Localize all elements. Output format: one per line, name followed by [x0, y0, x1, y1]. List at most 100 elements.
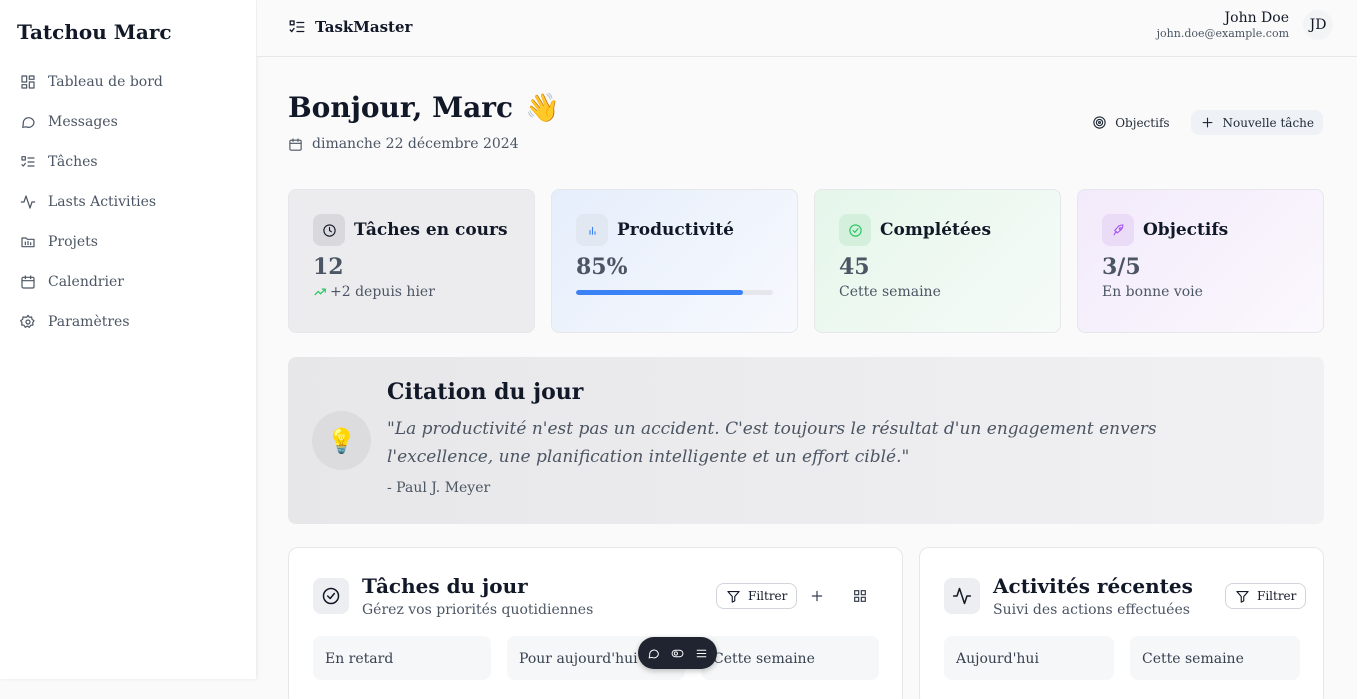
sidebar-item-label: Projets: [48, 234, 98, 250]
plus-icon: [811, 590, 823, 602]
sidebar-item-label: Lasts Activities: [48, 194, 157, 210]
stat-value: 45: [839, 254, 870, 280]
clock-icon: [322, 223, 336, 237]
stat-header: Tâches en cours: [313, 214, 534, 246]
recent-activity-panel: Activités récentes Suivi des actions eff…: [919, 547, 1324, 699]
stat-icon-box: [313, 214, 345, 246]
trending-up-icon: [314, 288, 326, 296]
user-email: john.doe@example.com: [1156, 27, 1289, 40]
filter-button[interactable]: Filtrer: [1225, 583, 1307, 609]
stat-card-objectives[interactable]: Objectifs 3/5 En bonne voie: [1077, 189, 1324, 333]
filter-label: Filtrer: [748, 589, 788, 603]
sidebar-item-messages[interactable]: Messages: [0, 102, 256, 142]
toggle-icon: [671, 649, 684, 657]
panel-title: Activités récentes: [993, 574, 1193, 598]
objectives-button[interactable]: Objectifs: [1083, 110, 1178, 135]
app-logo[interactable]: TaskMaster: [288, 18, 412, 36]
quote-text: "La productivité n'est pas un accident. …: [387, 419, 1157, 467]
current-date: dimanche 22 décembre 2024: [288, 136, 519, 152]
stat-card-productivity[interactable]: Productivité 85%: [551, 189, 798, 333]
sidebar-item-projects[interactable]: Projets: [0, 222, 256, 262]
filter-button[interactable]: Filtrer: [716, 583, 798, 609]
stat-card-tasks-in-progress[interactable]: Tâches en cours 12 +2 depuis hier: [288, 189, 535, 333]
sidebar-item-dashboard[interactable]: Tableau de bord: [0, 62, 256, 102]
folder-icon: [21, 237, 35, 248]
stat-subtext: Cette semaine: [839, 284, 941, 300]
target-icon: [1093, 116, 1106, 129]
date-text: dimanche 22 décembre 2024: [312, 136, 519, 152]
column-overdue[interactable]: En retard: [313, 636, 491, 680]
user-name: John Doe: [1224, 10, 1289, 26]
progress-fill: [576, 290, 744, 295]
list-icon: [696, 649, 707, 657]
stat-value: 85%: [576, 254, 628, 280]
stat-header: Complétées: [839, 214, 1060, 246]
filter-icon: [727, 590, 740, 603]
chat-button[interactable]: [642, 641, 666, 665]
sidebar: Tatchou Marc Tableau de bord Messages Tâ…: [0, 0, 256, 679]
greeting-text: Bonjour, Marc: [288, 91, 514, 124]
stat-title: Tâches en cours: [354, 220, 508, 240]
add-task-button[interactable]: [807, 586, 827, 606]
toggle-button[interactable]: [666, 641, 690, 665]
top-bar: TaskMaster John Doe john.doe@example.com…: [257, 0, 1357, 57]
message-icon: [648, 649, 659, 658]
activity-icon: [20, 195, 36, 209]
panel-icon-box: [944, 578, 980, 614]
calendar-icon: [21, 275, 35, 289]
stat-value: 12: [313, 254, 344, 280]
check-circle-icon: [322, 587, 340, 605]
activity-icon: [952, 587, 972, 605]
rocket-icon: [1113, 223, 1123, 235]
bar-chart-icon: [588, 226, 596, 235]
sidebar-item-calendar[interactable]: Calendrier: [0, 262, 256, 302]
grid-view-button[interactable]: [850, 586, 870, 606]
stat-header: Productivité: [576, 214, 797, 246]
dashboard-icon: [21, 75, 35, 89]
task-list-icon: [289, 20, 305, 33]
brand-title: Tatchou Marc: [17, 20, 172, 44]
stats-cards: Tâches en cours 12 +2 depuis hier Produc…: [288, 189, 1324, 333]
stat-value: 3/5: [1102, 254, 1141, 280]
scrollbar[interactable]: [1357, 0, 1366, 699]
productivity-progress-bar: [576, 290, 773, 295]
page-title: Bonjour, Marc 👋: [288, 91, 560, 124]
sidebar-item-label: Calendrier: [48, 274, 124, 290]
user-info: John Doe john.doe@example.com: [1157, 10, 1289, 40]
user-menu[interactable]: John Doe john.doe@example.com JD: [1157, 10, 1333, 40]
floating-toolbar: [638, 637, 717, 669]
quote-author: - Paul J. Meyer: [387, 480, 491, 496]
stat-title: Complétées: [880, 220, 992, 240]
panel-icon-box: [313, 578, 349, 614]
panel-title: Tâches du jour: [362, 574, 528, 598]
main-content: Bonjour, Marc 👋 dimanche 22 décembre 202…: [257, 57, 1357, 699]
filter-label: Filtrer: [1257, 589, 1297, 603]
stat-title: Productivité: [617, 220, 734, 240]
stat-icon-box: [1102, 214, 1134, 246]
lightbulb-icon: 💡: [312, 411, 371, 470]
sidebar-item-tasks[interactable]: Tâches: [0, 142, 256, 182]
column-this-week[interactable]: Cette semaine: [701, 636, 879, 680]
sidebar-item-label: Tableau de bord: [48, 74, 163, 90]
sidebar-item-label: Tâches: [48, 154, 98, 170]
column-this-week[interactable]: Cette semaine: [1130, 636, 1300, 680]
grid-icon: [854, 590, 866, 602]
avatar[interactable]: JD: [1303, 10, 1333, 40]
stat-icon-box: [839, 214, 871, 246]
sidebar-item-settings[interactable]: Paramètres: [0, 302, 256, 342]
stat-subtext: +2 depuis hier: [313, 284, 534, 300]
sidebar-item-label: Paramètres: [48, 314, 130, 330]
plus-icon: [1202, 117, 1212, 128]
sidebar-nav: Tableau de bord Messages Tâches Lasts Ac…: [0, 62, 256, 342]
new-task-button[interactable]: Nouvelle tâche: [1190, 110, 1323, 135]
calendar-icon: [289, 137, 302, 151]
stat-header: Objectifs: [1102, 214, 1323, 246]
check-circle-icon: [848, 223, 862, 237]
column-today[interactable]: Aujourd'hui: [944, 636, 1114, 680]
new-task-label: Nouvelle tâche: [1222, 115, 1314, 130]
stat-card-completed[interactable]: Complétées 45 Cette semaine: [814, 189, 1061, 333]
stat-icon-box: [576, 214, 608, 246]
quote-title: Citation du jour: [387, 379, 584, 405]
sidebar-item-activities[interactable]: Lasts Activities: [0, 182, 256, 222]
list-button[interactable]: [690, 641, 714, 665]
